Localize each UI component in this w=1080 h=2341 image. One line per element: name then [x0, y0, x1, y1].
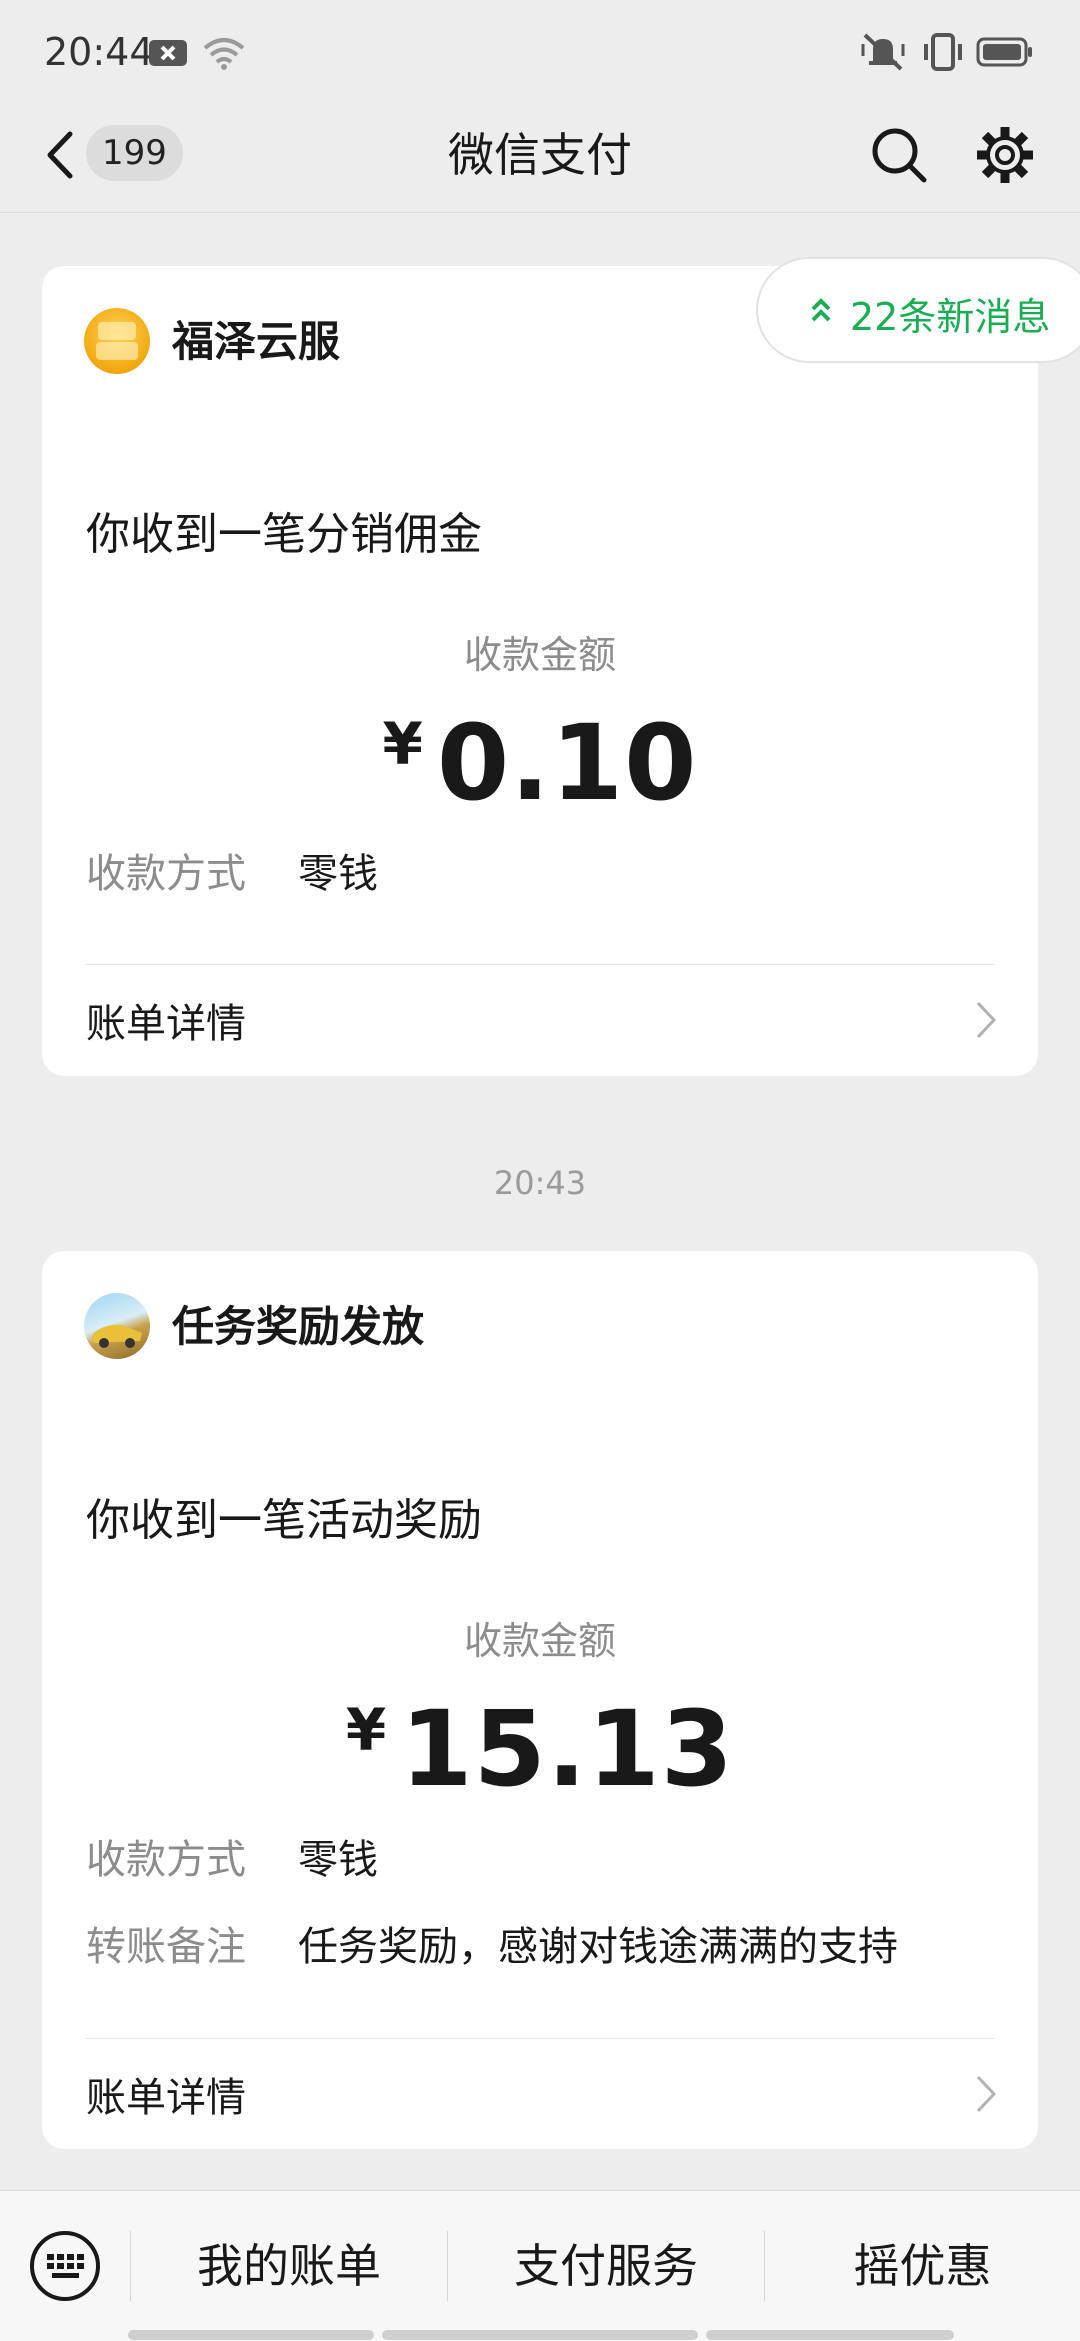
status-time: 20:44: [44, 30, 154, 74]
field-label: 转账备注: [86, 1924, 246, 1970]
field-label: 收款方式: [86, 851, 246, 897]
menu-payment-services[interactable]: 支付服务: [448, 2191, 764, 2341]
merchant-name: 任务奖励发放: [172, 1302, 425, 1351]
bill-details-label: 账单详情: [86, 2075, 246, 2121]
keyboard-icon[interactable]: [28, 2229, 102, 2303]
bill-details-link[interactable]: 账单详情: [86, 2039, 1038, 2149]
status-bar: 20:44: [0, 0, 1080, 100]
merchant-logo-icon: [84, 308, 150, 374]
home-indicator: [128, 2330, 374, 2340]
bottom-menu-bar: 我的账单 支付服务 摇优惠: [0, 2190, 1080, 2341]
home-indicator: [382, 2330, 698, 2340]
double-chevron-up-icon: [811, 298, 831, 322]
field-label: 收款方式: [86, 1837, 246, 1883]
silent-bell-icon: [861, 33, 905, 71]
bill-details-label: 账单详情: [86, 1001, 246, 1047]
menu-my-bills[interactable]: 我的账单: [131, 2191, 447, 2341]
merchant-logo-icon: [84, 1293, 150, 1359]
field-value: 任务奖励，感谢对钱途满满的支持: [298, 1924, 898, 1970]
field-value: 零钱: [298, 1837, 378, 1883]
notification-x-icon: [149, 40, 187, 66]
currency-symbol: ¥: [345, 1696, 387, 1764]
home-indicator: [706, 2330, 954, 2340]
nav-divider: [0, 212, 1080, 213]
payment-card: 福泽云服 你收到一笔分销佣金 收款金额 ¥0.10 收款方式 零钱 账单详情: [42, 266, 1038, 1076]
amount-value: 0.10: [436, 702, 698, 824]
chevron-right-icon: [976, 1001, 997, 1039]
currency-symbol: ¥: [382, 710, 423, 778]
search-icon[interactable]: [866, 122, 932, 188]
new-messages-button[interactable]: 22条新消息: [756, 257, 1080, 363]
wifi-icon: [203, 38, 245, 70]
bill-details-link[interactable]: 账单详情: [86, 965, 1038, 1075]
nav-bar: 199 微信支付: [0, 100, 1080, 212]
amount-label: 收款金额: [463, 633, 616, 677]
battery-icon: [976, 37, 1032, 67]
vibrate-icon: [924, 33, 962, 71]
amount-label: 收款金额: [463, 1619, 616, 1663]
message-title: 你收到一笔活动奖励: [86, 1495, 482, 1546]
message-title: 你收到一笔分销佣金: [86, 509, 482, 560]
field-value: 零钱: [298, 851, 378, 897]
new-messages-label: 22条新消息: [850, 295, 1051, 339]
settings-gear-icon[interactable]: [972, 122, 1038, 188]
chevron-right-icon: [976, 2075, 997, 2113]
menu-shake-deals[interactable]: 摇优惠: [765, 2191, 1080, 2341]
time-separator: 20:43: [493, 1164, 587, 1202]
merchant-name: 福泽云服: [172, 317, 341, 366]
amount-row: ¥15.13: [42, 1688, 1038, 1810]
payment-card: 任务奖励发放 你收到一笔活动奖励 收款金额 ¥15.13 收款方式 零钱 转账备…: [42, 1251, 1038, 2149]
amount-row: ¥0.10: [42, 702, 1038, 824]
amount-value: 15.13: [400, 1688, 735, 1810]
